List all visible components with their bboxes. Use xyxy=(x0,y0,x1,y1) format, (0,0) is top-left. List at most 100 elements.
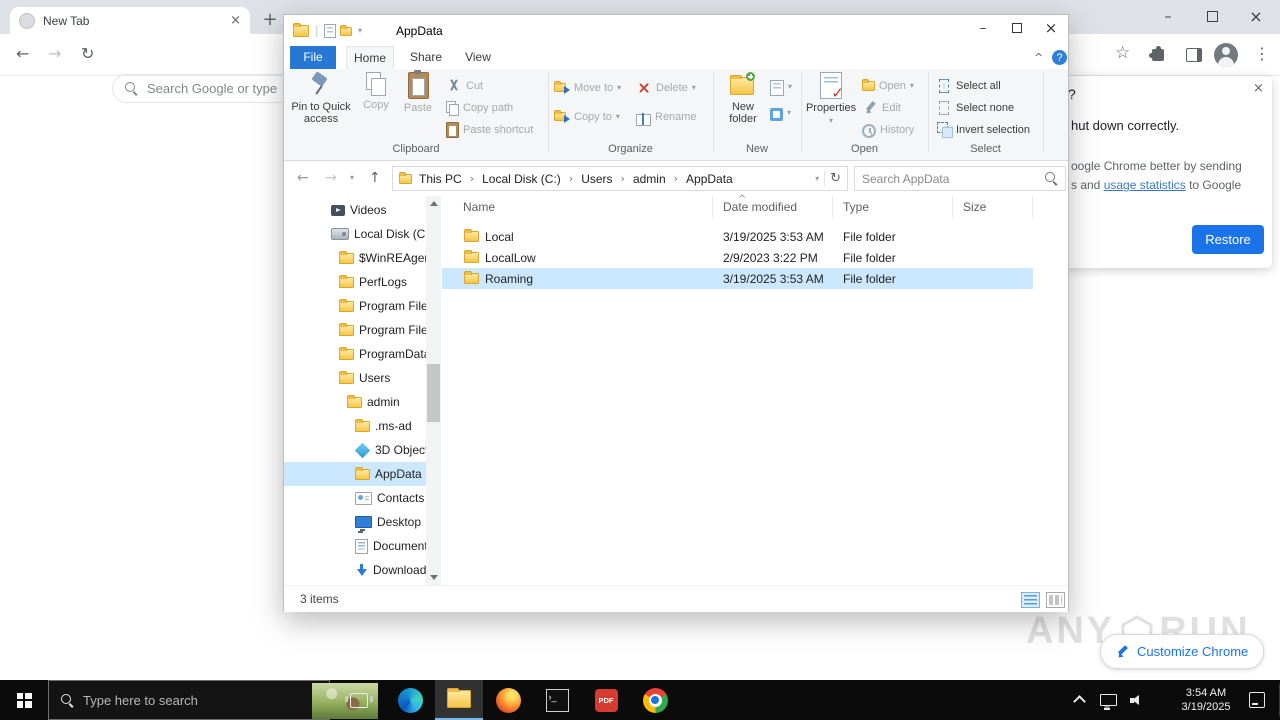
file-row-locallow[interactable]: LocalLow 2/9/2023 3:22 PM File folder xyxy=(442,247,1033,268)
easy-access-button[interactable]: ▾ xyxy=(770,103,791,123)
notification-close-icon[interactable]: × xyxy=(1253,82,1264,95)
browser-menu-icon[interactable]: ⋮ xyxy=(1254,46,1270,62)
tree-item-users[interactable]: Users xyxy=(284,366,426,390)
restore-button[interactable]: Restore xyxy=(1192,225,1264,254)
tray-expand-button[interactable] xyxy=(1066,680,1092,720)
taskbar-firefox-button[interactable] xyxy=(484,680,532,720)
select-all-button[interactable]: Select all xyxy=(936,76,1001,96)
tree-item-contacts[interactable]: Contacts xyxy=(284,486,426,510)
breadcrumb-admin[interactable]: admin xyxy=(628,172,671,186)
invert-selection-button[interactable]: Invert selection xyxy=(936,120,1030,140)
tree-item-desktop[interactable]: Desktop xyxy=(284,510,426,534)
details-view-button[interactable] xyxy=(1021,592,1040,608)
select-none-button[interactable]: Select none xyxy=(936,98,1014,118)
breadcrumb-appdata[interactable]: AppData xyxy=(681,172,738,186)
tree-item-perflogs[interactable]: PerfLogs xyxy=(284,270,426,294)
help-icon[interactable]: ? xyxy=(1052,50,1067,65)
tree-item-downloads[interactable]: Downloads xyxy=(284,558,426,582)
browser-back-icon[interactable]: ← xyxy=(16,46,29,62)
tree-item-appdata[interactable]: AppData xyxy=(284,462,426,486)
browser-refresh-icon[interactable]: ↻ xyxy=(81,46,94,62)
column-header-name[interactable]: Name xyxy=(442,196,713,219)
nav-history-dropdown-icon[interactable]: ▾ xyxy=(350,174,354,182)
tab-close-icon[interactable]: × xyxy=(230,14,241,27)
taskbar-file-explorer-button[interactable] xyxy=(435,680,483,720)
qat-new-folder-icon[interactable] xyxy=(340,25,352,36)
file-row-local[interactable]: Local 3/19/2025 3:53 AM File folder xyxy=(442,226,1033,247)
move-to-button[interactable]: Move to ▾ xyxy=(554,78,621,98)
tree-item-local-disk-c[interactable]: Local Disk (C:) xyxy=(284,222,426,246)
rename-button[interactable]: Rename xyxy=(636,107,697,127)
nav-back-icon[interactable]: ← xyxy=(297,171,309,185)
start-button[interactable] xyxy=(0,680,48,720)
copy-to-button[interactable]: Copy to ▾ xyxy=(554,107,620,127)
browser-forward-icon[interactable]: → xyxy=(48,46,61,62)
address-dropdown-icon[interactable]: ▾ xyxy=(815,174,819,183)
profile-avatar[interactable] xyxy=(1214,43,1238,67)
scroll-up-icon[interactable] xyxy=(429,201,438,206)
collapse-ribbon-icon[interactable]: ^ xyxy=(1034,52,1043,63)
volume-tray-button[interactable] xyxy=(1122,680,1150,720)
qat-properties-icon[interactable] xyxy=(324,24,336,38)
tree-item-documents[interactable]: Documents xyxy=(284,534,426,558)
pin-to-quick-access-button[interactable]: Pin to Quick access xyxy=(290,72,352,125)
tree-scrollbar[interactable] xyxy=(426,196,441,585)
file-row-roaming[interactable]: Roaming 3/19/2025 3:53 AM File folder xyxy=(442,268,1033,289)
usage-statistics-link[interactable]: usage statistics xyxy=(1104,178,1186,192)
explorer-close-button[interactable]: × xyxy=(1034,15,1068,41)
explorer-search-box[interactable] xyxy=(854,166,1066,191)
network-tray-button[interactable] xyxy=(1094,680,1122,720)
browser-close-button[interactable]: × xyxy=(1234,0,1278,33)
scroll-down-icon[interactable] xyxy=(429,575,438,580)
taskbar-search-input[interactable] xyxy=(83,692,213,708)
taskbar-search-box[interactable] xyxy=(48,680,378,720)
tree-item-3d-objects[interactable]: 3D Objects xyxy=(284,438,426,462)
tab-share[interactable]: Share xyxy=(402,46,450,69)
properties-button[interactable]: Properties ▾ xyxy=(806,72,856,125)
breadcrumb-users[interactable]: Users xyxy=(576,172,617,186)
explorer-minimize-button[interactable]: – xyxy=(966,15,1000,41)
refresh-icon[interactable]: ↻ xyxy=(830,172,841,185)
copy-path-button[interactable]: Copy path xyxy=(446,98,513,118)
tree-item-winreagent[interactable]: $WinREAgent xyxy=(284,246,426,270)
browser-tab[interactable]: New Tab × xyxy=(10,7,250,34)
tree-item-program-files-2[interactable]: Program Files xyxy=(284,318,426,342)
taskbar-chrome-button[interactable] xyxy=(631,680,679,720)
taskbar-terminal-button[interactable]: ›_ xyxy=(533,680,581,720)
side-panel-icon[interactable] xyxy=(1186,48,1202,62)
copy-button[interactable]: Copy xyxy=(356,72,396,111)
breadcrumb-bar[interactable]: This PC › Local Disk (C:) › Users › admi… xyxy=(392,166,848,191)
delete-button[interactable]: Delete ▾ xyxy=(636,78,696,98)
new-tab-button[interactable]: + xyxy=(258,8,282,32)
column-header-type[interactable]: Type xyxy=(833,196,953,219)
extensions-icon[interactable] xyxy=(1149,46,1164,61)
edit-button[interactable]: Edit xyxy=(862,98,901,118)
scrollbar-thumb[interactable] xyxy=(427,364,440,422)
tree-item-admin[interactable]: admin xyxy=(284,390,426,414)
tab-file[interactable]: File xyxy=(290,46,336,69)
breadcrumb-local-disk-c[interactable]: Local Disk (C:) xyxy=(477,172,566,186)
bookmark-star-icon[interactable]: ☆ xyxy=(1115,45,1130,62)
nav-up-icon[interactable]: ↑ xyxy=(369,171,381,185)
action-center-button[interactable] xyxy=(1240,680,1274,720)
qat-dropdown-icon[interactable]: ▾ xyxy=(358,27,362,35)
new-item-button[interactable]: ▾ xyxy=(770,77,792,97)
column-header-size[interactable]: Size xyxy=(953,196,1033,219)
tab-view[interactable]: View xyxy=(456,46,500,69)
tree-item-program-files[interactable]: Program Files xyxy=(284,294,426,318)
new-folder-button[interactable]: New folder xyxy=(721,72,765,125)
paste-shortcut-button[interactable]: Paste shortcut xyxy=(446,120,533,140)
tab-home[interactable]: Home xyxy=(346,46,394,69)
breadcrumb-this-pc[interactable]: This PC xyxy=(414,172,467,186)
browser-minimize-button[interactable]: – xyxy=(1146,0,1190,33)
task-view-button[interactable] xyxy=(340,680,378,720)
taskbar-clock[interactable]: 3:54 AM 3/19/2025 xyxy=(1160,686,1252,714)
explorer-maximize-button[interactable] xyxy=(1000,15,1034,41)
taskbar-edge-button[interactable] xyxy=(386,680,434,720)
explorer-search-input[interactable] xyxy=(862,171,1045,186)
browser-maximize-button[interactable] xyxy=(1190,0,1234,33)
customize-chrome-button[interactable]: Customize Chrome xyxy=(1100,634,1265,669)
taskbar-pdf-button[interactable]: PDF xyxy=(582,680,630,720)
large-icons-view-button[interactable] xyxy=(1046,592,1065,608)
nav-forward-icon[interactable]: → xyxy=(325,171,337,185)
